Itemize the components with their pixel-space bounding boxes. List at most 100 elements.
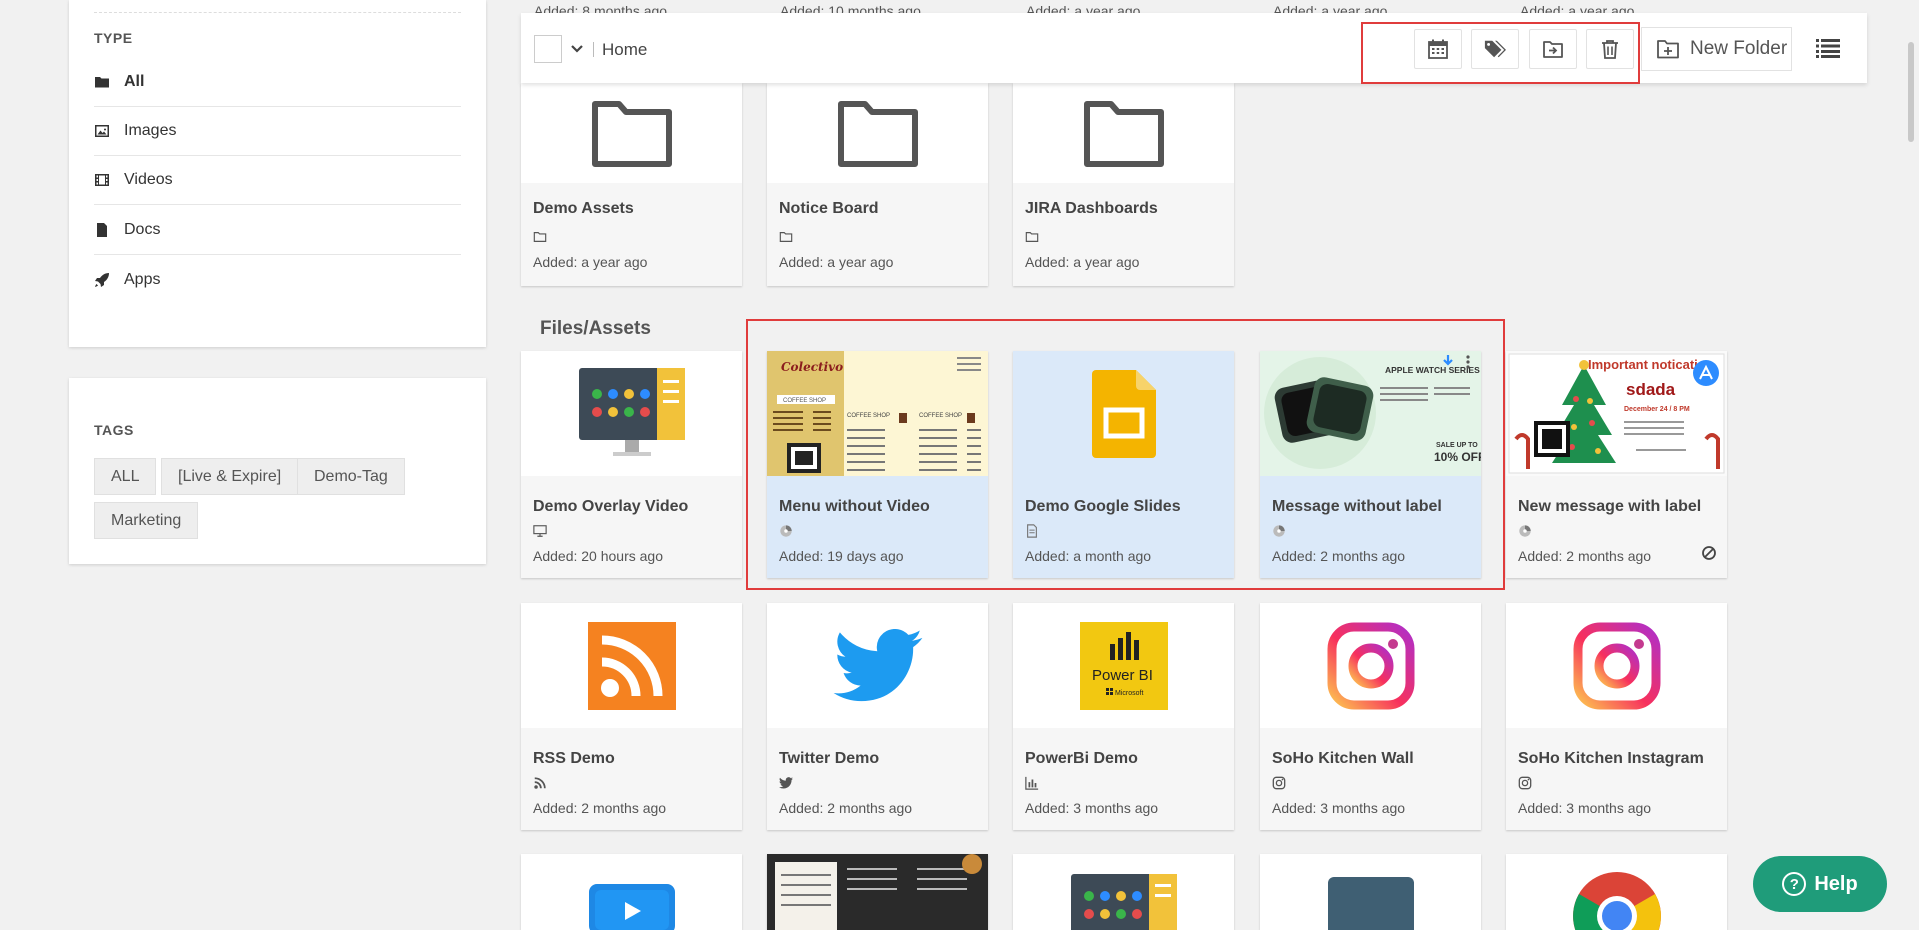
delete-button[interactable] — [1586, 29, 1634, 69]
asset-thumbnail: Important noticatio sdada December 24 / … — [1506, 351, 1727, 476]
folder-card-notice-board[interactable]: Notice Board Added: a year ago — [767, 83, 988, 286]
card-added: Added: 3 months ago — [1025, 800, 1159, 816]
folder-outline-icon — [1025, 229, 1041, 245]
type-item-videos[interactable]: Videos — [94, 156, 461, 205]
card-added: Added: 2 months ago — [779, 800, 913, 816]
asset-card-soho-kitchen-wall[interactable]: SoHo Kitchen Wall Added: 3 months ago — [1260, 603, 1481, 830]
asset-card-demo-overlay-video[interactable]: Demo Overlay Video Added: 20 hours ago — [521, 351, 742, 578]
promo-off: 10% OFF — [1434, 450, 1481, 464]
folder-card-jira-dashboards[interactable]: JIRA Dashboards Added: a year ago — [1013, 83, 1234, 286]
folder-outline-icon — [533, 229, 549, 245]
google-slides-icon — [1091, 369, 1156, 458]
folder-large-icon — [837, 101, 918, 167]
asset-thumbnail: APPLE WATCH SERIES 5 SALE UP TO 10% OFF — [1260, 351, 1481, 476]
menu-logo: Colectivo — [781, 360, 843, 374]
asset-card-message-without-label[interactable]: APPLE WATCH SERIES 5 SALE UP TO 10% OFF … — [1260, 351, 1481, 578]
new-folder-button[interactable]: New Folder — [1641, 27, 1792, 71]
card-title: Demo Google Slides — [1025, 498, 1181, 515]
card-added: Added: a year ago — [533, 254, 648, 270]
page-scrollbar[interactable] — [1903, 0, 1919, 930]
tag-marketing[interactable]: Marketing — [94, 502, 199, 539]
type-item-all[interactable]: All — [94, 58, 461, 107]
notice-name: sdada — [1626, 380, 1676, 399]
card-title: PowerBi Demo — [1025, 750, 1138, 767]
tag-demo-tag[interactable]: Demo-Tag — [297, 458, 405, 495]
card-added: Added: 3 months ago — [1272, 800, 1406, 816]
tag-live-expire[interactable]: [Live & Expire] — [161, 458, 299, 495]
action-toolbar: Home New Folder — [521, 13, 1867, 83]
powerbi-logo-icon: Power BI Microsoft — [1079, 621, 1168, 710]
not-published-icon — [1702, 546, 1716, 560]
svg-text:COFFEE SHOP: COFFEE SHOP — [919, 413, 962, 419]
asset-card-partial[interactable] — [1260, 854, 1481, 930]
bar-chart-icon — [1025, 775, 1041, 791]
tags-button[interactable] — [1471, 29, 1519, 69]
asset-card-rss-demo[interactable]: RSS Demo Added: 2 months ago — [521, 603, 742, 830]
notice-date: December 24 / 8 PM — [1624, 406, 1690, 413]
type-item-apps[interactable]: Apps — [94, 255, 461, 304]
watch-promo-image: APPLE WATCH SERIES 5 SALE UP TO 10% OFF — [1264, 355, 1481, 469]
asset-card-powerbi-demo[interactable]: Power BI Microsoft PowerBi Demo Added: 3… — [1013, 603, 1234, 830]
asset-thumbnail — [1506, 854, 1727, 930]
card-title: SoHo Kitchen Wall — [1272, 750, 1414, 767]
asset-card-menu-without-video[interactable]: Colectivo COFFEE SHOP COFFEE SHOP COFFEE… — [767, 351, 988, 578]
folder-icon — [94, 74, 124, 90]
move-button[interactable] — [1529, 29, 1577, 69]
powerbi-subtext: Microsoft — [1115, 690, 1143, 697]
type-item-label: Docs — [124, 221, 161, 238]
card-title: Menu without Video — [779, 498, 930, 515]
card-title: Demo Assets — [533, 200, 634, 217]
type-item-label: Images — [124, 122, 177, 139]
instagram-icon — [1272, 775, 1288, 791]
type-item-images[interactable]: Images — [94, 107, 461, 156]
scrollbar-thumb[interactable] — [1908, 42, 1914, 142]
doc-icon — [94, 222, 124, 238]
asset-thumbnail — [767, 603, 988, 728]
card-added: Added: 19 days ago — [779, 548, 904, 564]
tags-icon — [1484, 40, 1506, 58]
folder-thumb — [521, 83, 742, 183]
help-button[interactable]: ? Help — [1753, 856, 1887, 912]
chevron-down-icon[interactable] — [567, 37, 587, 61]
asset-card-new-message-with-label[interactable]: Important noticatio sdada December 24 / … — [1506, 351, 1727, 578]
asset-card-soho-kitchen-instagram[interactable]: SoHo Kitchen Instagram Added: 3 months a… — [1506, 603, 1727, 830]
monitor-icon — [533, 523, 549, 539]
card-title: Notice Board — [779, 200, 879, 217]
folder-thumb — [767, 83, 988, 183]
asset-thumbnail: Power BI Microsoft — [1013, 603, 1234, 728]
folder-card-demo-assets[interactable]: Demo Assets Added: a year ago — [521, 83, 742, 286]
rocket-icon — [94, 272, 124, 288]
notice-title: Important noticatio — [1588, 357, 1706, 372]
instagram-logo-icon — [1327, 622, 1414, 709]
folder-outline-icon — [779, 229, 795, 245]
select-all-checkbox[interactable] — [534, 35, 562, 63]
asset-card-partial[interactable] — [521, 854, 742, 930]
new-folder-label: New Folder — [1690, 38, 1788, 59]
video-player-icon — [588, 884, 675, 930]
list-view-button[interactable] — [1811, 33, 1845, 63]
schedule-button[interactable] — [1414, 29, 1462, 69]
type-item-docs[interactable]: Docs — [94, 206, 461, 255]
card-title: JIRA Dashboards — [1025, 200, 1158, 217]
asset-thumbnail — [521, 603, 742, 728]
asset-card-demo-google-slides[interactable]: Demo Google Slides Added: a month ago — [1013, 351, 1234, 578]
asset-card-partial[interactable] — [1013, 854, 1234, 930]
disc-icon — [779, 523, 795, 539]
asset-thumbnail — [767, 854, 988, 930]
asset-card-partial[interactable] — [1506, 854, 1727, 930]
chalkboard-menu-image — [767, 854, 988, 930]
folder-thumb — [1013, 83, 1234, 183]
type-item-label: Videos — [124, 171, 173, 188]
instagram-logo-icon — [1573, 622, 1660, 709]
card-added: Added: 20 hours ago — [533, 548, 663, 564]
asset-card-partial[interactable] — [767, 854, 988, 930]
folder-large-icon — [591, 101, 672, 167]
card-added: Added: 2 months ago — [1518, 548, 1652, 564]
asset-card-twitter-demo[interactable]: Twitter Demo Added: 2 months ago — [767, 603, 988, 830]
tag-all[interactable]: ALL — [94, 458, 157, 495]
type-filter-panel: TYPE All Images Videos Docs Apps — [69, 0, 486, 347]
doc-icon — [1025, 523, 1041, 539]
overlay-screen-image — [578, 368, 685, 456]
image-icon — [94, 123, 124, 139]
breadcrumb[interactable]: Home — [602, 40, 647, 60]
